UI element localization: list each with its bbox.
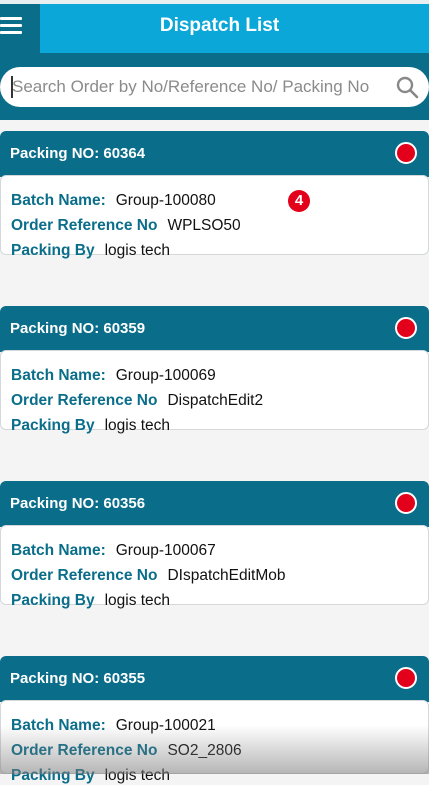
card-body: Batch Name: Group-100067 Order Reference … [0,525,429,609]
batch-name-value: Group-100021 [115,717,216,734]
card-header: Packing NO: 60355 [0,656,429,702]
batch-name-row: Batch Name: Group-100021 [11,717,216,735]
batch-name-value: Group-100069 [115,367,216,384]
batch-name-label: Batch Name: [11,367,106,384]
status-indicator [395,667,417,689]
dispatch-card[interactable]: Packing NO: 60356 Batch Name: Group-10006… [0,481,429,609]
order-reference-label: Order Reference No [11,742,158,759]
card-body: Batch Name: Group-100069 Order Reference … [0,350,429,434]
dispatch-card[interactable]: Packing NO: 60359 Batch Name: Group-10006… [0,306,429,434]
packing-by-value: logis tech [104,242,171,259]
packing-by-row: Packing By logis tech [11,242,170,260]
order-reference-value: DispatchEdit2 [167,392,264,409]
batch-name-row: Batch Name: Group-100067 [11,542,216,560]
order-reference-label: Order Reference No [11,392,158,409]
batch-name-value: Group-100067 [115,542,216,559]
packing-number: Packing NO: 60356 [10,495,146,512]
order-reference-row: Order Reference No WPLSO50 [11,217,241,235]
batch-name-row: Batch Name: Group-100080 [11,192,216,210]
packing-by-row: Packing By logis tech [11,767,170,785]
notification-badge: 4 [288,190,310,212]
card-header: Packing NO: 60364 [0,131,429,177]
packing-by-label: Packing By [11,417,95,434]
packing-by-row: Packing By logis tech [11,592,170,610]
packing-by-label: Packing By [11,592,95,609]
card-header: Packing NO: 60359 [0,306,429,352]
packing-number: Packing NO: 60359 [10,320,146,337]
order-reference-row: Order Reference No DispatchEdit2 [11,392,263,410]
batch-name-label: Batch Name: [11,717,106,734]
packing-by-label: Packing By [11,242,95,259]
search-icon[interactable] [395,75,419,99]
search-bar [0,53,429,120]
card-body: Batch Name: Group-100080 Order Reference … [0,175,429,259]
packing-by-value: logis tech [104,592,171,609]
order-reference-value: DIspatchEditMob [167,567,286,584]
card-header: Packing NO: 60356 [0,481,429,527]
batch-name-row: Batch Name: Group-100069 [11,367,216,385]
batch-name-label: Batch Name: [11,542,106,559]
order-reference-row: Order Reference No DIspatchEditMob [11,567,285,585]
packing-by-value: logis tech [104,417,171,434]
app-header: Dispatch List [0,4,429,53]
search-input[interactable] [12,67,382,107]
order-reference-value: SO2_2806 [167,742,242,759]
page-title: Dispatch List [40,4,429,53]
status-indicator [395,142,417,164]
dispatch-card[interactable]: Packing NO: 60355 Batch Name: Group-10002… [0,656,429,784]
dispatch-card[interactable]: Packing NO: 60364 Batch Name: Group-10008… [0,131,429,259]
order-reference-label: Order Reference No [11,567,158,584]
packing-by-row: Packing By logis tech [11,417,170,435]
batch-name-label: Batch Name: [11,192,106,209]
menu-button[interactable] [0,4,40,53]
packing-by-label: Packing By [11,767,95,784]
status-indicator [395,492,417,514]
card-body: Batch Name: Group-100021 Order Reference … [0,700,429,784]
order-reference-row: Order Reference No SO2_2806 [11,742,242,760]
order-reference-value: WPLSO50 [167,217,241,234]
packing-number: Packing NO: 60364 [10,145,146,162]
order-reference-label: Order Reference No [11,217,158,234]
status-indicator [395,317,417,339]
packing-number: Packing NO: 60355 [10,670,146,687]
batch-name-value: Group-100080 [115,192,216,209]
search-field[interactable] [0,67,429,107]
packing-by-value: logis tech [104,767,171,784]
